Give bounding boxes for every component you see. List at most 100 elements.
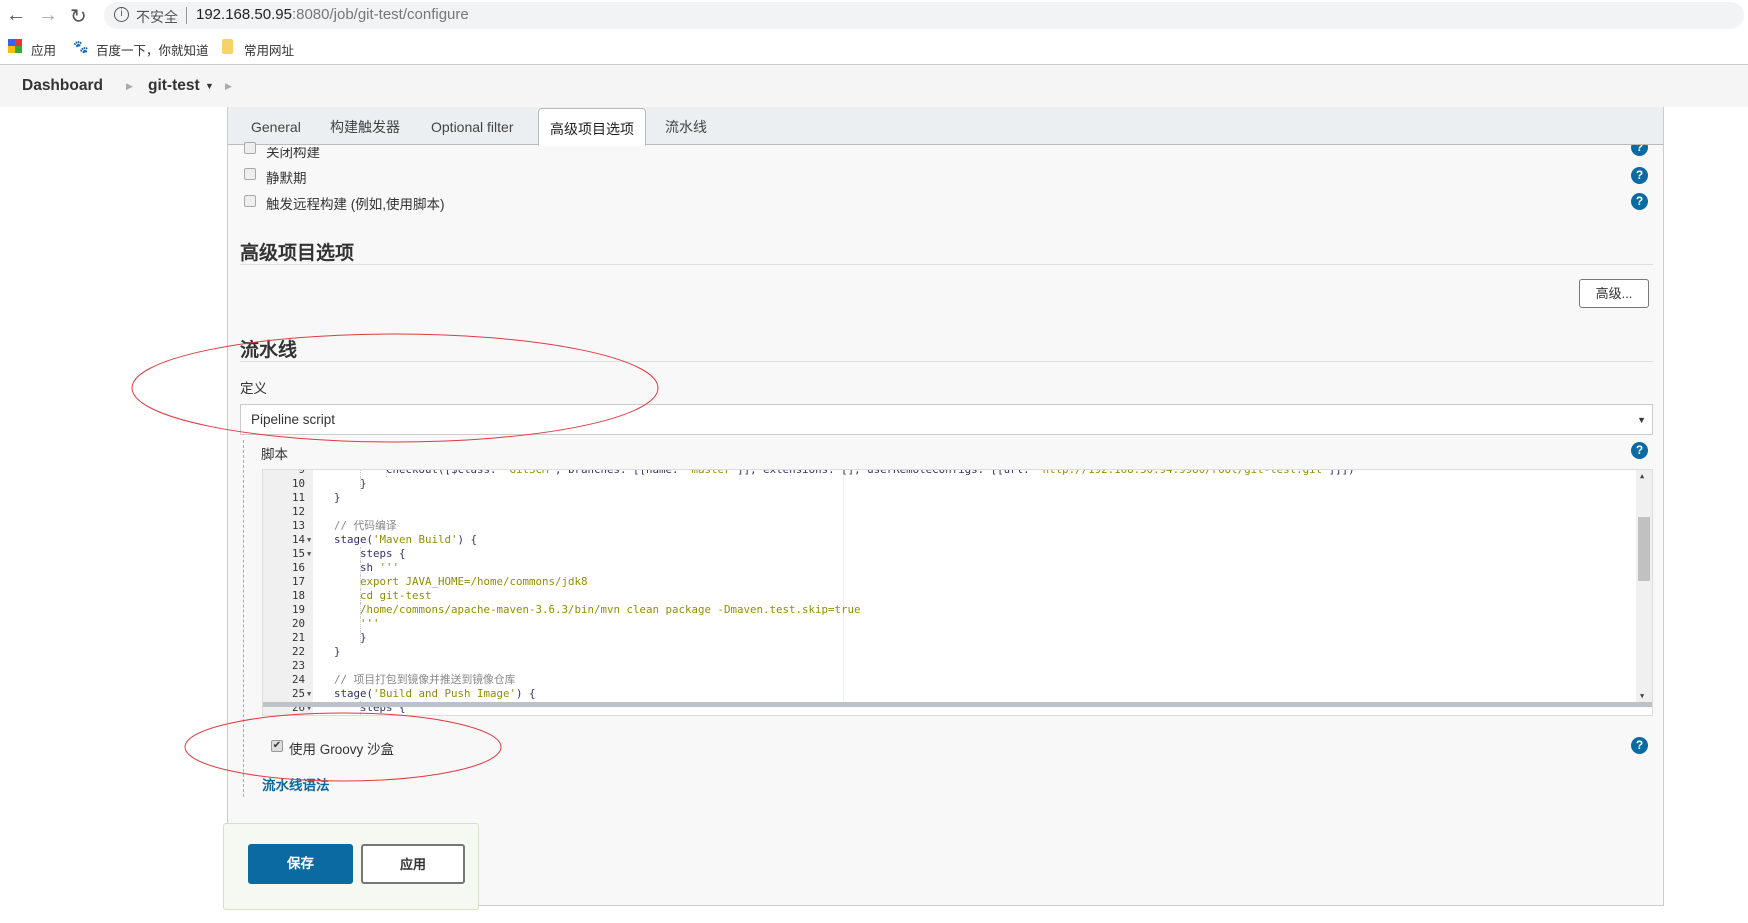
scroll-up-icon[interactable]: ▲: [1640, 472, 1644, 480]
line-number: 20: [291, 617, 305, 630]
print-margin: [843, 470, 844, 702]
line-number: 11: [291, 491, 305, 504]
code-token: cd git-test: [360, 589, 432, 602]
fold-arrow-icon[interactable]: ▼: [307, 547, 311, 561]
tab-optional-filter[interactable]: Optional filter: [420, 107, 524, 145]
chevron-right-icon: ▶: [126, 81, 133, 91]
code-line: // 项目打包到镜像并推送到镜像仓库: [334, 673, 515, 687]
fold-arrow-icon[interactable]: ▼: [307, 687, 311, 701]
divider: [186, 7, 187, 24]
checkbox-quiet-period[interactable]: [244, 168, 256, 180]
vertical-scrollbar[interactable]: ▲ ▼: [1636, 470, 1652, 702]
code-token: 'Build and Push Image': [373, 687, 517, 700]
help-icon[interactable]: ?: [1631, 442, 1648, 459]
line-number: 14: [291, 533, 305, 546]
bookmark-apps[interactable]: 应用: [31, 40, 56, 59]
code-line: /home/commons/apache-maven-3.6.3/bin/mvn…: [360, 603, 861, 617]
code-token: }: [334, 491, 341, 504]
definition-select[interactable]: Pipeline script ▼: [240, 404, 1653, 435]
help-icon[interactable]: ?: [1631, 737, 1648, 754]
line-number: 19: [291, 603, 305, 616]
tab-build-triggers[interactable]: 构建触发器: [319, 107, 411, 145]
url-path: :8080/job/git-test/configure: [291, 6, 469, 23]
forward-icon[interactable]: →: [38, 4, 58, 27]
code-line: sh ''': [360, 561, 399, 575]
indent-guide: [360, 470, 361, 477]
url-text: 192.168.50.95:8080/job/git-test/configur…: [196, 6, 469, 23]
code-line: export JAVA_HOME=/home/commons/jdk8: [360, 575, 588, 589]
horizontal-scrollbar[interactable]: [263, 702, 1652, 707]
label-groovy-sandbox: 使用 Groovy 沙盒: [289, 742, 395, 757]
scroll-down-icon[interactable]: ▼: [1640, 692, 1644, 700]
help-icon[interactable]: ?: [1631, 193, 1648, 210]
line-number: 16: [291, 561, 305, 574]
back-icon[interactable]: ←: [6, 4, 26, 27]
dropdown-arrow-icon: ▼: [1637, 415, 1646, 425]
line-number: 22: [291, 645, 305, 658]
section-heading-advanced: 高级项目选项: [240, 243, 355, 264]
checkbox-groovy-sandbox[interactable]: ✔: [271, 740, 283, 752]
tab-advanced-options[interactable]: 高级项目选项: [538, 108, 646, 146]
baidu-paw-icon: 🐾: [73, 40, 89, 54]
code-token: }: [360, 631, 367, 644]
code-line: }: [360, 477, 367, 491]
checkbox-remote-trigger[interactable]: [244, 195, 256, 207]
code-token: 'master': [685, 469, 738, 476]
fold-arrow-icon[interactable]: ▼: [307, 533, 311, 547]
line-number: 25: [291, 687, 305, 700]
script-editor[interactable]: 9 checkout([$class: 'GitSCM', branches: […: [262, 469, 1653, 716]
bookmark-common[interactable]: 常用网址: [244, 40, 294, 59]
help-icon[interactable]: ?: [1631, 167, 1648, 184]
tab-pipeline[interactable]: 流水线: [654, 107, 718, 145]
breadcrumb-dashboard[interactable]: Dashboard: [22, 77, 103, 95]
script-label: 脚本: [261, 447, 288, 462]
save-button[interactable]: 保存: [248, 844, 353, 884]
browser-toolbar: ← → ↻ i 不安全 192.168.50.95:8080/job/git-t…: [0, 0, 1748, 31]
apply-button[interactable]: 应用: [361, 844, 465, 884]
code-line: ''': [360, 617, 380, 631]
line-number: 15: [291, 547, 305, 560]
code-token: checkout([$class:: [386, 469, 504, 476]
line-number: 12: [291, 505, 305, 518]
line-number: 23: [291, 659, 305, 672]
scrollbar-thumb[interactable]: [1638, 517, 1650, 581]
config-panel: General 构建触发器 Optional filter 高级项目选项 流水线…: [227, 107, 1664, 906]
label-quiet-period: 静默期: [266, 171, 307, 186]
definition-value: Pipeline script: [251, 412, 336, 427]
code-line: }: [334, 645, 341, 659]
tab-general[interactable]: General: [240, 107, 312, 145]
reload-icon[interactable]: ↻: [70, 4, 87, 29]
chevron-down-icon[interactable]: ▼: [205, 81, 214, 91]
line-number: 24: [291, 673, 305, 686]
apps-grid-icon: [8, 39, 22, 53]
info-icon[interactable]: i: [114, 7, 129, 22]
section-heading-pipeline: 流水线: [240, 340, 298, 361]
code-token: // 项目打包到镜像并推送到镜像仓库: [334, 673, 516, 686]
checkbox-disable-build[interactable]: [244, 142, 256, 154]
code-token: }: [334, 645, 341, 658]
breadcrumb-job[interactable]: git-test: [148, 77, 200, 95]
code-token: ''': [360, 617, 380, 630]
code-line: checkout([$class: 'GitSCM', branches: [[…: [386, 469, 1355, 477]
bookmark-baidu[interactable]: 百度一下，你就知道: [96, 40, 209, 59]
line-number: 9: [298, 469, 305, 476]
code-line: cd git-test: [360, 589, 432, 603]
form-button-bar: 保存 应用: [223, 823, 479, 910]
code-token: /home/commons/apache-maven-3.6.3/bin/mvn…: [360, 603, 861, 616]
line-number: 21: [291, 631, 305, 644]
chevron-right-icon: ▶: [225, 81, 232, 91]
advanced-button[interactable]: 高级...: [1579, 279, 1649, 308]
breadcrumb: Dashboard ▶ git-test ▼ ▶: [0, 65, 1748, 107]
code-token: ''': [379, 561, 400, 574]
code-line: stage('Maven Build') {: [334, 533, 477, 547]
code-token: 'http://192.168.50.94:9980/root/git-test…: [1036, 469, 1329, 476]
code-token: stage(: [334, 687, 374, 700]
code-line: stage('Build and Push Image') {: [334, 687, 536, 701]
code-line: // 代码编译: [334, 519, 397, 533]
code-token: 'GitSCM': [503, 469, 556, 476]
definition-label: 定义: [240, 381, 267, 396]
address-bar[interactable]: i 不安全 192.168.50.95:8080/job/git-test/co…: [104, 2, 1744, 29]
line-number: 18: [291, 589, 305, 602]
insecure-label: 不安全: [136, 9, 178, 25]
pipeline-syntax-link[interactable]: 流水线语法: [262, 774, 330, 794]
